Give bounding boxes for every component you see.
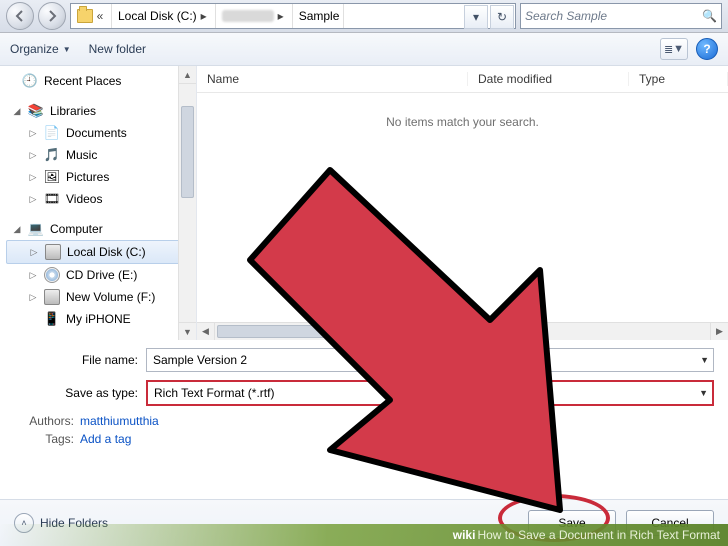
expand-icon: ▷ (28, 150, 38, 161)
horizontal-scrollbar[interactable]: ◀ ▶ (197, 322, 728, 340)
cd-icon (44, 267, 60, 283)
disk-icon (44, 289, 60, 305)
expand-icon: ▷ (28, 128, 38, 139)
file-list: Name Date modified Type No items match y… (197, 66, 728, 340)
libraries-icon: 📚 (28, 103, 44, 119)
music-icon: 🎵 (44, 147, 60, 163)
filename-label: File name: (14, 353, 146, 367)
redacted-text (222, 10, 274, 22)
pictures-icon: 🖼 (44, 169, 60, 185)
scroll-right-icon[interactable]: ▶ (710, 323, 728, 340)
title-value[interactable]: ject (399, 414, 418, 428)
toolbar: Organize ▼ New folder ≣ ▼ ? (0, 33, 728, 66)
chevron-down-icon: ▼ (673, 43, 684, 55)
scroll-left-icon[interactable]: ◀ (197, 323, 215, 340)
sidebar-group-computer[interactable]: ◢💻Computer (6, 218, 196, 240)
saveastype-combo[interactable]: Rich Text Format (*.rtf)▼ (146, 380, 714, 406)
scroll-up-icon[interactable]: ▲ (179, 66, 196, 84)
back-button[interactable] (6, 2, 34, 30)
forward-button[interactable] (38, 2, 66, 30)
sidebar-item-music[interactable]: ▷🎵Music (6, 144, 196, 166)
breadcrumb-bar[interactable]: « Local Disk (C:)▸ ▸ Sample ▾ ↻ (70, 3, 516, 29)
sidebar-item-drive-e[interactable]: ▷CD Drive (E:) (6, 264, 196, 286)
scroll-thumb[interactable] (181, 106, 194, 198)
videos-icon: 🎞 (44, 191, 60, 207)
column-headers: Name Date modified Type (197, 66, 728, 93)
search-input[interactable]: Search Sample 🔍 (520, 3, 722, 29)
view-options-button[interactable]: ≣ ▼ (660, 38, 688, 60)
caption-text: How to Save a Document in Rich Text Form… (477, 528, 720, 542)
empty-list-message: No items match your search. (197, 115, 728, 129)
breadcrumb-dropdown-button[interactable]: ▾ (464, 5, 488, 29)
wikihow-caption: wikiHow to Save a Document in Rich Text … (0, 524, 728, 546)
sidebar-group-libraries[interactable]: ◢📚Libraries (6, 100, 196, 122)
filename-combo[interactable]: Sample Version 2▼ (146, 348, 714, 372)
tags-label: Tags: (14, 432, 74, 446)
search-icon: 🔍 (702, 9, 717, 23)
save-form: File name: Sample Version 2▼ Save as typ… (0, 340, 728, 446)
documents-icon: 📄 (44, 125, 60, 141)
refresh-button[interactable]: ↻ (490, 5, 514, 29)
saveastype-label: Save as type: (14, 386, 146, 400)
expand-icon: ▷ (29, 247, 39, 258)
sidebar-item-drive-f[interactable]: ▷New Volume (F:) (6, 286, 196, 308)
computer-icon: 💻 (28, 221, 44, 237)
breadcrumb-segment-current[interactable]: Sample (293, 4, 345, 28)
new-folder-button[interactable]: New folder (89, 42, 146, 56)
nav-bar: « Local Disk (C:)▸ ▸ Sample ▾ ↻ Search S… (0, 0, 728, 33)
organize-button[interactable]: Organize ▼ (10, 42, 71, 56)
chevron-right-icon: ▸ (197, 9, 211, 23)
expand-icon: ▷ (28, 292, 38, 303)
chevron-down-icon: ▼ (700, 355, 709, 365)
authors-label: Authors: (14, 414, 74, 428)
expand-icon: ▷ (28, 172, 38, 183)
column-date[interactable]: Date modified (468, 72, 629, 86)
authors-value[interactable]: matthiumutthia (80, 414, 159, 428)
breadcrumb-segment[interactable]: Local Disk (C:)▸ (112, 4, 216, 28)
folder-icon (77, 8, 93, 24)
column-type[interactable]: Type (629, 72, 728, 86)
scroll-down-icon[interactable]: ▼ (179, 322, 196, 340)
sidebar-item-recent[interactable]: 🕘Recent Places (6, 70, 196, 92)
search-placeholder: Search Sample (525, 9, 607, 23)
chevron-down-icon: ▼ (699, 388, 708, 398)
sidebar-item-videos[interactable]: ▷🎞Videos (6, 188, 196, 210)
tags-value[interactable]: Add a tag (80, 432, 131, 446)
collapse-icon: ◢ (12, 224, 22, 235)
sidebar-item-iphone[interactable]: 📱My iPHONE (6, 308, 196, 330)
sidebar-item-documents[interactable]: ▷📄Documents (6, 122, 196, 144)
sidebar-scrollbar[interactable]: ▲ ▼ (178, 66, 196, 340)
chevron-down-icon: ▼ (63, 45, 71, 54)
recent-icon: 🕘 (22, 73, 38, 89)
chevron-icon: « (93, 9, 107, 23)
sidebar-item-drive-c[interactable]: ▷Local Disk (C:) (6, 240, 190, 264)
collapse-icon: ◢ (12, 106, 22, 117)
scroll-thumb[interactable] (217, 325, 399, 338)
expand-icon: ▷ (28, 270, 38, 281)
disk-icon (45, 244, 61, 260)
nav-sidebar: 🕘Recent Places ◢📚Libraries ▷📄Documents ▷… (0, 66, 197, 340)
help-button[interactable]: ? (696, 38, 718, 60)
chevron-right-icon: ▸ (274, 9, 288, 23)
sidebar-item-pictures[interactable]: ▷🖼Pictures (6, 166, 196, 188)
column-name[interactable]: Name (197, 72, 468, 86)
caption-brand: wiki (453, 528, 476, 542)
breadcrumb-segment-blurred[interactable]: ▸ (216, 4, 293, 28)
expand-icon: ▷ (28, 194, 38, 205)
device-icon: 📱 (44, 311, 60, 327)
